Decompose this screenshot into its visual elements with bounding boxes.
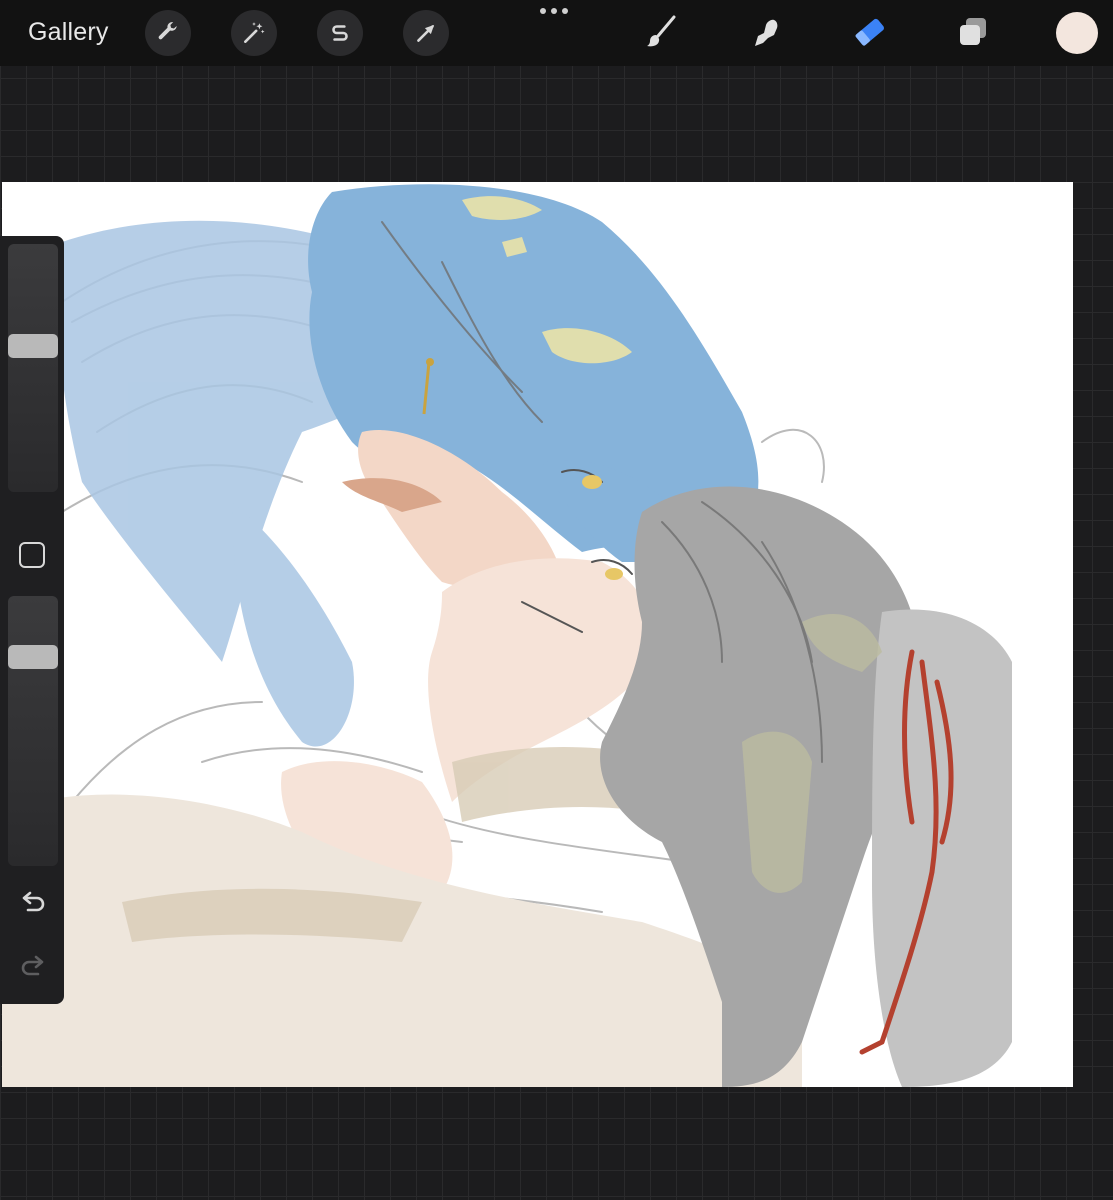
eraser-icon[interactable] <box>850 12 890 52</box>
opacity-thumb[interactable] <box>8 645 58 670</box>
sketch-artwork <box>2 184 1012 1087</box>
top-toolbar: Gallery <box>0 0 1113 66</box>
transform-arrow-icon[interactable] <box>403 10 449 56</box>
opacity-slider[interactable] <box>8 596 58 866</box>
left-sidebar <box>0 236 64 1004</box>
brush-size-thumb[interactable] <box>8 333 58 358</box>
selection-s-icon[interactable] <box>317 10 363 56</box>
current-color-swatch[interactable] <box>1056 12 1098 54</box>
adjustments-magic-wand-icon[interactable] <box>231 10 277 56</box>
drawing-canvas[interactable] <box>2 182 1073 1087</box>
undo-icon[interactable] <box>18 888 48 918</box>
brush-icon[interactable] <box>642 12 682 52</box>
brush-size-slider[interactable] <box>8 244 58 492</box>
gallery-button[interactable]: Gallery <box>28 18 109 47</box>
actions-wrench-icon[interactable] <box>145 10 191 56</box>
smudge-icon[interactable] <box>746 12 786 52</box>
redo-icon[interactable] <box>18 952 48 982</box>
modify-button[interactable] <box>19 542 45 568</box>
layers-icon[interactable] <box>954 12 994 52</box>
more-options-icon[interactable] <box>540 8 568 14</box>
